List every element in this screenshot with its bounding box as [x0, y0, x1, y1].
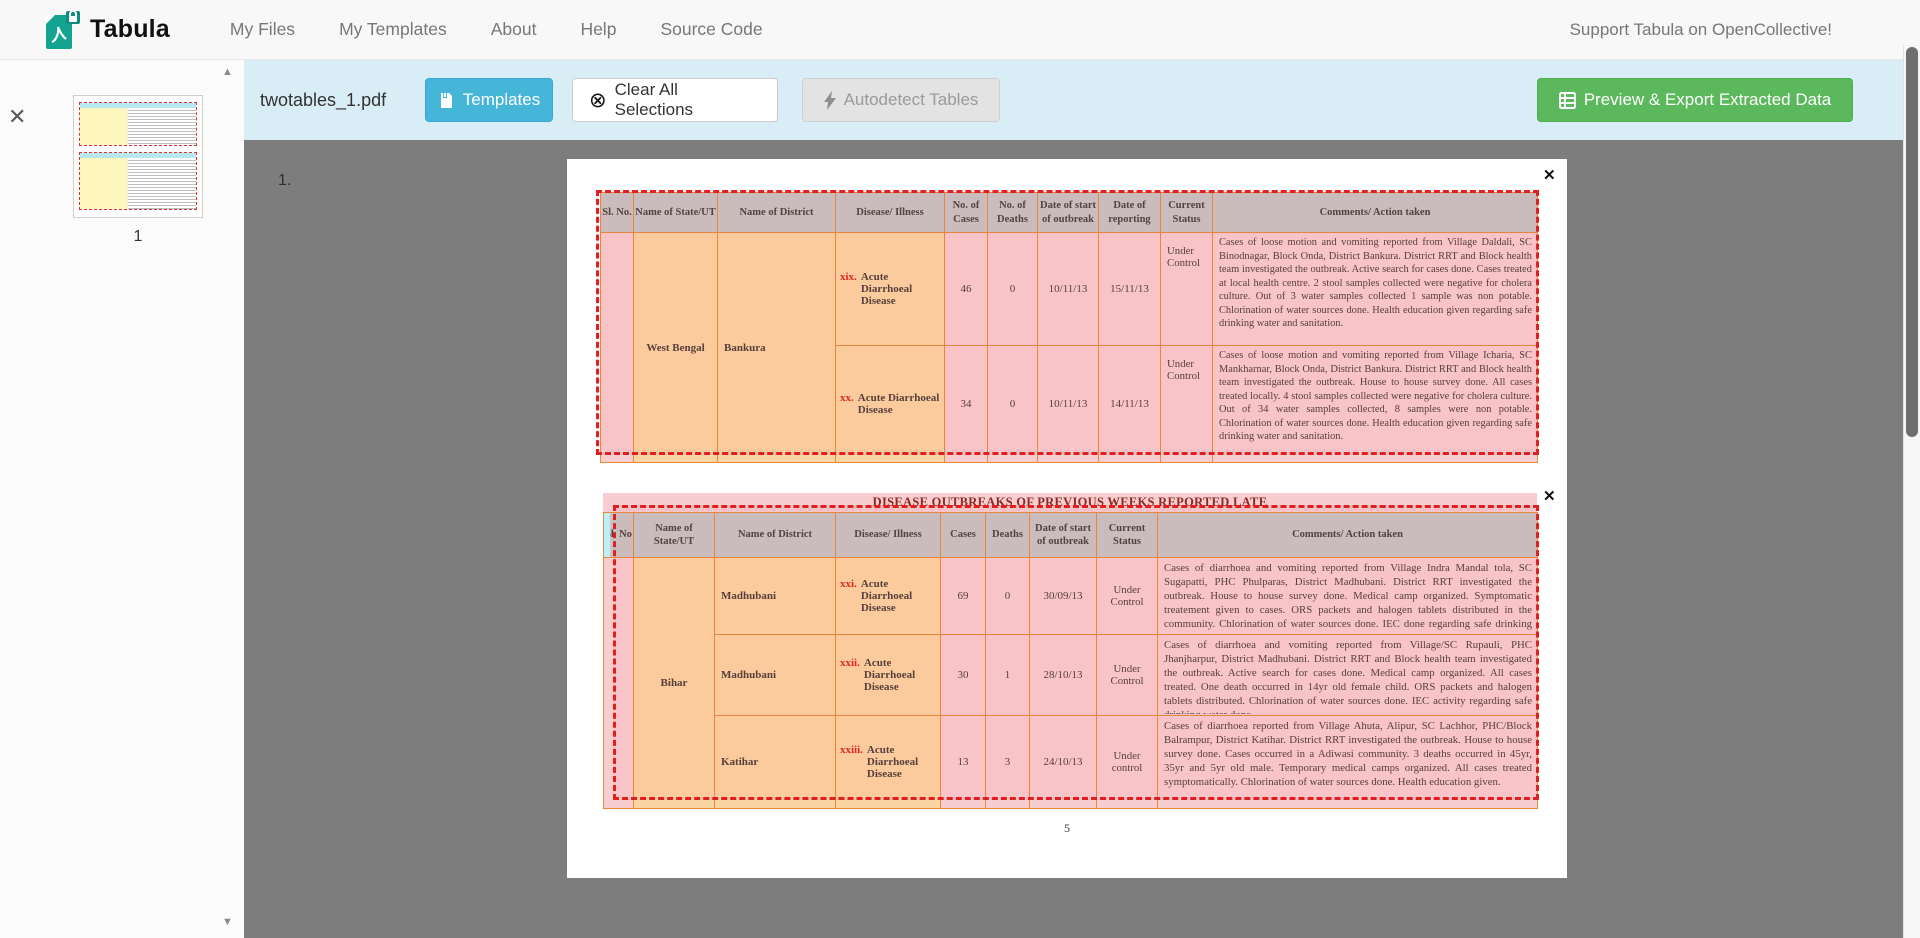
- nav-menu: My Files My Templates About Help Source …: [230, 19, 763, 40]
- templates-button[interactable]: Templates: [425, 78, 553, 122]
- clear-button-label: Clear All Selections: [615, 80, 761, 120]
- brand[interactable]: Tabula: [42, 8, 170, 52]
- templates-icon: [438, 92, 455, 109]
- selection-1-close-icon[interactable]: ✕: [1543, 169, 1556, 184]
- autodetect-tables-button[interactable]: Autodetect Tables: [802, 78, 1000, 122]
- selection-2-close-icon[interactable]: ✕: [1543, 490, 1556, 505]
- thumbnail-sidebar: ✕ 1 ▲ ▼: [0, 60, 244, 938]
- pdf-page-number: 5: [567, 821, 1567, 836]
- toolbar: twotables_1.pdf Templates ⊗ Clear All Se…: [244, 60, 1920, 140]
- support-link[interactable]: Support Tabula on OpenCollective!: [1570, 20, 1832, 40]
- pdf-viewer-area: 1. Sl. No. Name of State/UT Name of Dist…: [244, 140, 1920, 938]
- nav-item-source-code[interactable]: Source Code: [660, 19, 762, 40]
- page-marker: 1.: [278, 172, 291, 190]
- tabula-app: Tabula My Files My Templates About Help …: [0, 0, 1920, 938]
- page-thumbnail[interactable]: [73, 95, 203, 218]
- preview-export-button[interactable]: Preview & Export Extracted Data: [1537, 78, 1853, 122]
- clear-all-selections-button[interactable]: ⊗ Clear All Selections: [572, 78, 778, 122]
- export-button-label: Preview & Export Extracted Data: [1584, 90, 1832, 110]
- nav-item-about[interactable]: About: [491, 19, 537, 40]
- nav-item-help[interactable]: Help: [580, 19, 616, 40]
- templates-button-label: Templates: [463, 90, 540, 110]
- brand-title: Tabula: [90, 15, 170, 44]
- sidebar-scroll-up-icon[interactable]: ▲: [222, 66, 233, 78]
- lightning-icon: [824, 91, 836, 110]
- table-selection-2[interactable]: [613, 505, 1539, 800]
- table-list-icon: [1559, 92, 1576, 109]
- nav-item-my-templates[interactable]: My Templates: [339, 19, 447, 40]
- vertical-scrollbar[interactable]: [1903, 45, 1920, 938]
- thumbnail-selection-2: [79, 152, 197, 210]
- delete-selections-icon[interactable]: ✕: [8, 104, 26, 130]
- sidebar-scroll-down-icon[interactable]: ▼: [222, 916, 233, 928]
- thumbnail-page-number: 1: [73, 228, 203, 246]
- scrollbar-thumb[interactable]: [1906, 47, 1918, 437]
- table-selection-1[interactable]: [596, 190, 1539, 455]
- clear-selections-icon: ⊗: [589, 90, 607, 111]
- filename-label: twotables_1.pdf: [260, 60, 386, 140]
- pdf-page[interactable]: Sl. No. Name of State/UT Name of Distric…: [567, 159, 1567, 878]
- autodetect-button-label: Autodetect Tables: [844, 90, 979, 110]
- tabula-logo-icon: [42, 8, 82, 52]
- top-navbar: Tabula My Files My Templates About Help …: [0, 0, 1920, 60]
- thumbnail-selection-1: [79, 102, 197, 146]
- nav-item-my-files[interactable]: My Files: [230, 19, 295, 40]
